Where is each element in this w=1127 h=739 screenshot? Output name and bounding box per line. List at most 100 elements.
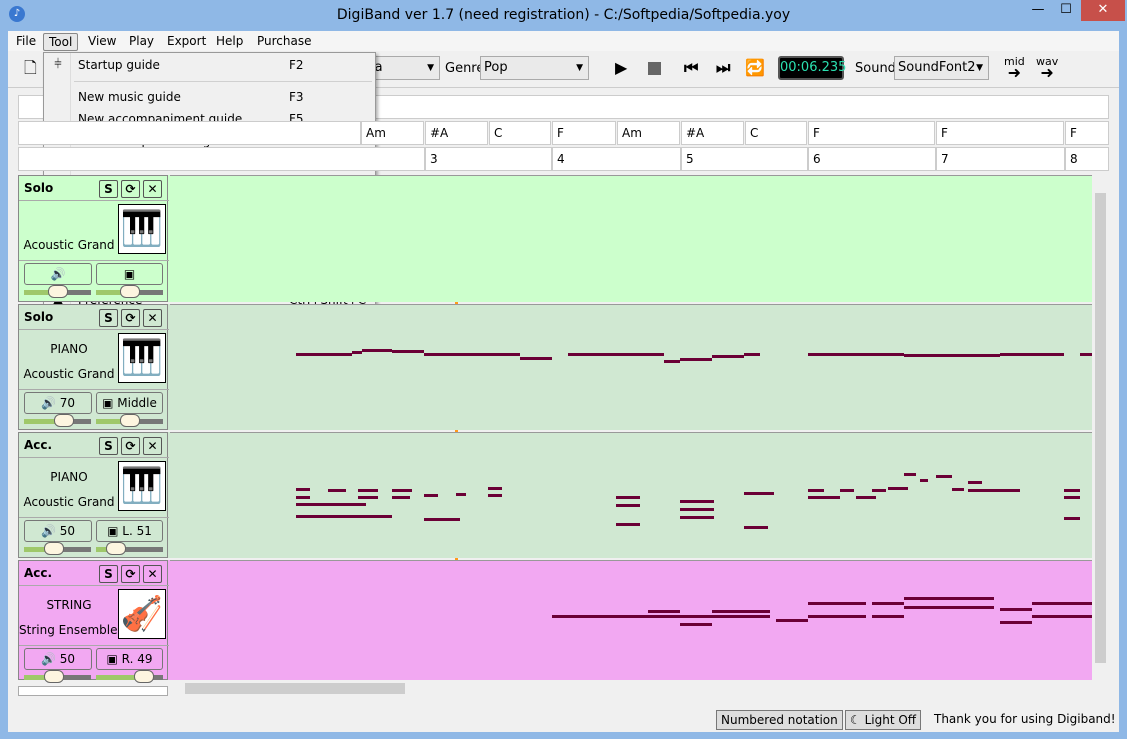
- slider-thumb[interactable]: [119, 285, 140, 298]
- loop-button[interactable]: ⟳: [121, 180, 140, 198]
- note[interactable]: [968, 481, 982, 484]
- note[interactable]: [584, 615, 616, 618]
- chord-cell[interactable]: F: [808, 121, 935, 145]
- note[interactable]: [856, 496, 876, 499]
- note[interactable]: [424, 353, 520, 356]
- note[interactable]: [872, 602, 904, 605]
- note[interactable]: [1000, 621, 1032, 624]
- delete-track-button[interactable]: ✕: [143, 437, 162, 455]
- solo-button[interactable]: S: [99, 437, 118, 455]
- chord-cell[interactable]: C: [745, 121, 807, 145]
- note[interactable]: [296, 515, 392, 518]
- piano-icon[interactable]: 🎹: [118, 333, 166, 383]
- note[interactable]: [904, 597, 994, 600]
- note[interactable]: [358, 489, 378, 492]
- note-lane[interactable]: [170, 175, 1092, 302]
- note[interactable]: [904, 606, 994, 609]
- bar-number-cell[interactable]: 5: [681, 147, 808, 171]
- note-lane[interactable]: [170, 560, 1092, 680]
- note[interactable]: [920, 479, 928, 482]
- note[interactable]: [296, 496, 310, 499]
- menu-play[interactable]: Play: [124, 33, 159, 51]
- pan-slider[interactable]: [96, 670, 163, 683]
- note[interactable]: [424, 518, 460, 521]
- pan-slider[interactable]: [96, 542, 163, 555]
- volume-slider[interactable]: [24, 285, 91, 298]
- chord-cell[interactable]: F: [936, 121, 1064, 145]
- pan-button[interactable]: ▣: [96, 263, 163, 285]
- solo-button[interactable]: S: [99, 180, 118, 198]
- note[interactable]: [712, 355, 744, 358]
- note[interactable]: [1000, 353, 1032, 356]
- solo-button[interactable]: S: [99, 565, 118, 583]
- note[interactable]: [712, 615, 770, 618]
- note[interactable]: [680, 516, 714, 519]
- note[interactable]: [616, 615, 648, 618]
- note[interactable]: [1064, 496, 1080, 499]
- volume-button[interactable]: 🔊 50: [24, 648, 92, 670]
- note[interactable]: [568, 353, 664, 356]
- note[interactable]: [744, 492, 774, 495]
- note[interactable]: [808, 615, 866, 618]
- chord-cell[interactable]: #A: [425, 121, 488, 145]
- menu-item-startup-guide[interactable]: ⫩ Startup guide F2: [44, 54, 375, 76]
- volume-slider[interactable]: [24, 542, 91, 555]
- track-panel-scrollbar[interactable]: [18, 686, 168, 696]
- menu-view[interactable]: View: [83, 33, 121, 51]
- note[interactable]: [1064, 489, 1080, 492]
- volume-button[interactable]: 🔊 70: [24, 392, 92, 414]
- stop-button[interactable]: [648, 62, 661, 75]
- note[interactable]: [328, 489, 346, 492]
- menu-item-new-music-guide[interactable]: New music guide F3: [44, 86, 375, 108]
- export-mid-button[interactable]: mid ➜: [1004, 56, 1025, 81]
- chord-cell[interactable]: F: [1065, 121, 1109, 145]
- note[interactable]: [392, 496, 410, 499]
- note[interactable]: [712, 610, 770, 613]
- note[interactable]: [1000, 608, 1032, 611]
- chord-cell[interactable]: Am: [617, 121, 680, 145]
- menu-help[interactable]: Help: [211, 33, 248, 51]
- note[interactable]: [456, 493, 466, 496]
- slider-thumb[interactable]: [47, 285, 68, 298]
- vertical-scrollbar[interactable]: [1092, 175, 1109, 680]
- note[interactable]: [808, 489, 824, 492]
- note[interactable]: [680, 358, 712, 361]
- note[interactable]: [616, 496, 640, 499]
- horizontal-scrollbar[interactable]: [170, 680, 1092, 696]
- delete-track-button[interactable]: ✕: [143, 180, 162, 198]
- note[interactable]: [1032, 602, 1092, 605]
- note[interactable]: [744, 526, 768, 529]
- note[interactable]: [392, 350, 424, 353]
- note[interactable]: [872, 615, 904, 618]
- note-lane[interactable]: [170, 432, 1092, 558]
- note[interactable]: [904, 473, 916, 476]
- play-button[interactable]: ▶: [615, 58, 627, 78]
- piano-icon[interactable]: 🎹: [118, 461, 166, 511]
- volume-button[interactable]: 🔊: [24, 263, 92, 285]
- note[interactable]: [808, 353, 904, 356]
- bar-number-cell[interactable]: 6: [808, 147, 936, 171]
- note[interactable]: [840, 489, 854, 492]
- note[interactable]: [936, 475, 952, 478]
- note[interactable]: [1064, 517, 1080, 520]
- slider-thumb[interactable]: [106, 542, 127, 555]
- solo-button[interactable]: S: [99, 309, 118, 327]
- skip-forward-button[interactable]: ⏭: [716, 58, 730, 78]
- loop-button[interactable]: ⟳: [121, 309, 140, 327]
- note[interactable]: [680, 623, 712, 626]
- note[interactable]: [616, 523, 640, 526]
- bar-number-cell[interactable]: 3: [425, 147, 552, 171]
- note[interactable]: [872, 489, 886, 492]
- note[interactable]: [362, 349, 392, 352]
- note[interactable]: [1080, 353, 1092, 356]
- bar-number-cell[interactable]: 4: [552, 147, 681, 171]
- note[interactable]: [616, 504, 640, 507]
- loop-button[interactable]: ⟳: [121, 437, 140, 455]
- volume-button[interactable]: 🔊 50: [24, 520, 92, 542]
- pan-slider[interactable]: [96, 285, 163, 298]
- note[interactable]: [296, 488, 310, 491]
- pan-slider[interactable]: [96, 414, 163, 427]
- note[interactable]: [488, 487, 502, 490]
- note[interactable]: [392, 489, 412, 492]
- bar-number-cell[interactable]: 7: [936, 147, 1065, 171]
